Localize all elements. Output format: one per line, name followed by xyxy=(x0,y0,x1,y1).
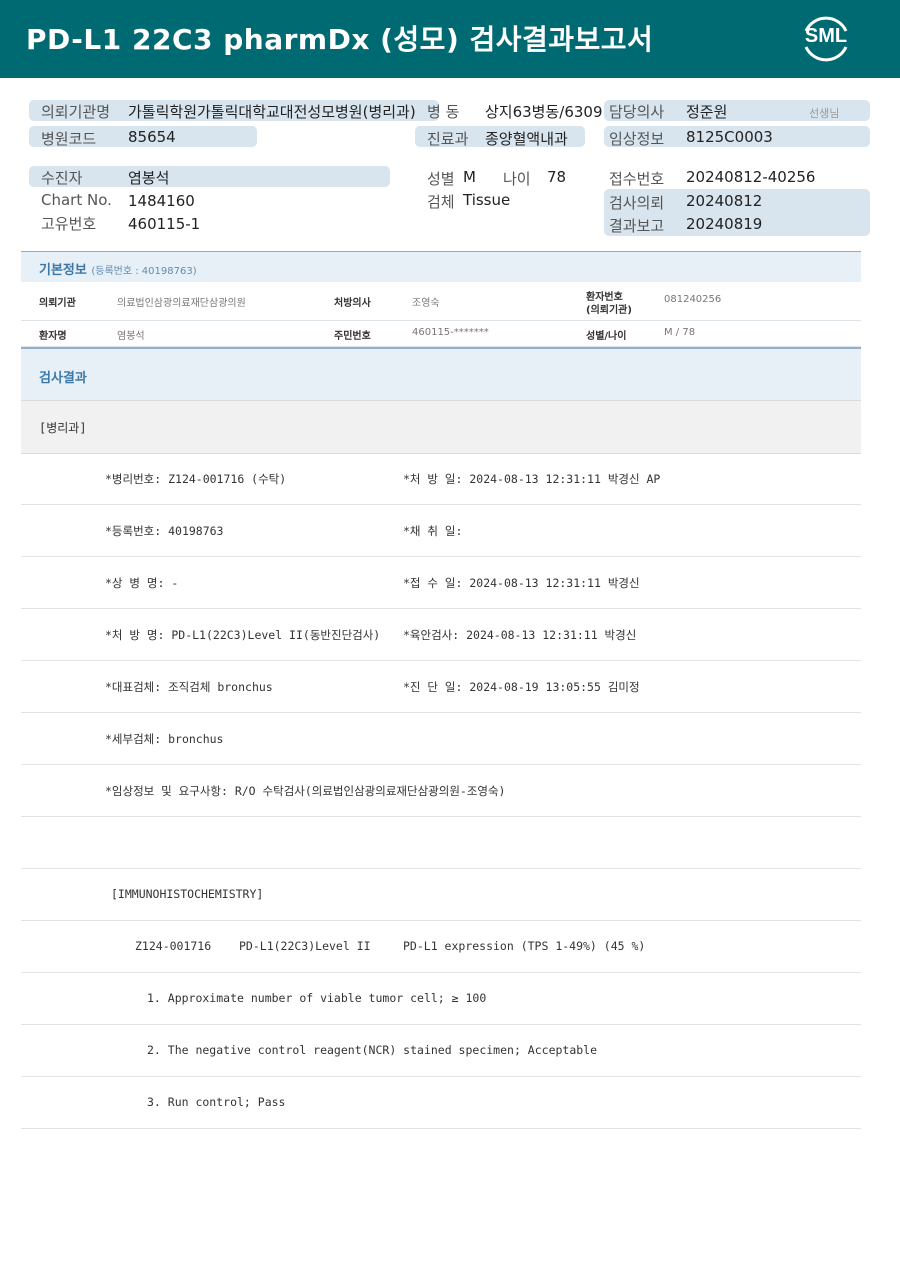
clinical-info-label: 임상정보 xyxy=(609,130,665,148)
result-row: *대표검체: 조직검체 bronchus *진 단 일: 2024-08-19 … xyxy=(21,661,861,713)
basic-info-title-text: 기본정보 xyxy=(39,263,87,278)
ward-label: 병 동 xyxy=(427,103,460,121)
result-row: [IMMUNOHISTOCHEMISTRY] xyxy=(21,869,861,921)
pathology-dept-row: [병리과] xyxy=(21,400,861,454)
chart-label: Chart No. xyxy=(41,191,112,209)
unique-value: 460115-1 xyxy=(128,215,201,233)
ihc-note-row: 1. Approximate number of viable tumor ce… xyxy=(21,973,861,1025)
doctor-suffix: 선생님 xyxy=(809,107,840,120)
dept-value: 종양혈액내과 xyxy=(485,130,568,148)
result-row: *세부검체: bronchus xyxy=(21,713,861,765)
result-row-left: *상 병 명: - xyxy=(105,576,179,590)
dept-label: 진료과 xyxy=(427,130,469,148)
result-row: *상 병 명: - *접 수 일: 2024-08-13 12:31:11 박경… xyxy=(21,557,861,609)
result-row-right: *처 방 일: 2024-08-13 12:31:11 박경신 AP xyxy=(403,472,661,486)
result-row-left: *처 방 명: PD-L1(22C3)Level II(동반진단검사) xyxy=(105,628,381,642)
sex-value: M xyxy=(463,168,476,186)
result-row-right: *진 단 일: 2024-08-19 13:05:55 김미정 xyxy=(403,680,640,694)
report-value: 20240819 xyxy=(686,215,763,233)
patient-label: 수진자 xyxy=(41,169,83,187)
result-row: *임상정보 및 요구사항: R/O 수탁검사(의료법인삼광의료재단삼광의원-조영… xyxy=(21,765,861,817)
result-row-left: *세부검체: bronchus xyxy=(105,732,224,746)
resident-no-val: 460115-******* xyxy=(412,327,489,338)
ihc-note: 1. Approximate number of viable tumor ce… xyxy=(147,991,487,1005)
ihc-note: 2. The negative control reagent(NCR) sta… xyxy=(147,1043,598,1057)
receipt-value: 20240812-40256 xyxy=(686,168,816,186)
result-row: *병리번호: Z124-001716 (수탁) *처 방 일: 2024-08-… xyxy=(21,453,861,505)
age-label: 나이 xyxy=(503,170,531,188)
doctor-value: 정준원 xyxy=(686,103,728,121)
specimen-value: Tissue xyxy=(463,191,511,209)
resident-no-key: 주민번호 xyxy=(334,331,371,342)
ihc-test-name: PD-L1(22C3)Level II xyxy=(239,939,371,953)
pathology-dept-label: [병리과] xyxy=(39,421,87,435)
ihc-note-row: 3. Run control; Pass xyxy=(21,1077,861,1129)
result-row-left: *대표검체: 조직검체 bronchus xyxy=(105,680,273,694)
ihc-case-number: Z124-001716 xyxy=(135,939,212,953)
age-value: 78 xyxy=(547,168,567,186)
clinical-info-value: 8125C0003 xyxy=(686,128,773,146)
sex-age-val: M / 78 xyxy=(664,327,696,338)
hospital-code-label: 병원코드 xyxy=(41,130,97,148)
result-row-left: *병리번호: Z124-001716 (수탁) xyxy=(105,472,287,486)
basic-info-row-2: 환자명 염봉석 주민번호 460115-******* 성별/나이 M / 78 xyxy=(21,321,861,347)
patient-value: 염봉석 xyxy=(128,169,170,187)
sex-age-key: 성별/나이 xyxy=(586,331,627,342)
hospital-code-value: 85654 xyxy=(128,128,176,146)
result-row-right: *접 수 일: 2024-08-13 12:31:11 박경신 xyxy=(403,576,640,590)
results-title: 검사결과 xyxy=(39,371,87,386)
institution-value: 가톨릭학원가톨릭대학교대전성모병원(병리과) xyxy=(128,103,416,121)
prescriber-val: 조영숙 xyxy=(412,298,440,309)
unique-label: 고유번호 xyxy=(41,215,97,233)
institution-key: 의뢰기관 xyxy=(39,298,76,309)
basic-info-header: 기본정보 (등록번호 : 40198763) xyxy=(21,251,861,282)
result-row-right: *육안검사: 2024-08-13 12:31:11 박경신 xyxy=(403,628,637,642)
report-label: 결과보고 xyxy=(609,217,665,235)
report-header: PD-L1 22C3 pharmDx (성모) 검사결과보고서 SML xyxy=(0,0,900,78)
request-value: 20240812 xyxy=(686,192,763,210)
result-row-left: *임상정보 및 요구사항: R/O 수탁검사(의료법인삼광의료재단삼광의원-조영… xyxy=(105,784,506,798)
request-label: 검사의뢰 xyxy=(609,194,665,212)
sml-logo: SML xyxy=(798,12,854,66)
institution-label: 의뢰기관명 xyxy=(41,103,111,121)
result-row: *처 방 명: PD-L1(22C3)Level II(동반진단검사) *육안검… xyxy=(21,609,861,661)
prescriber-key: 처방의사 xyxy=(334,298,371,309)
patient-name-key: 환자명 xyxy=(39,331,67,342)
result-row-empty xyxy=(21,817,861,869)
ward-value: 상지63병동/6309 xyxy=(485,103,603,121)
ihc-section-label: [IMMUNOHISTOCHEMISTRY] xyxy=(111,887,264,901)
result-row-right: *채 취 일: xyxy=(403,524,463,538)
patient-no-key-sub: (의뢰기관) xyxy=(586,305,632,316)
receipt-label: 접수번호 xyxy=(609,170,665,188)
patient-name-val: 염봉석 xyxy=(117,331,145,342)
doctor-label: 담당의사 xyxy=(609,103,665,121)
specimen-label: 검체 xyxy=(427,193,455,211)
chart-value: 1484160 xyxy=(128,192,195,210)
institution-val: 의료법인삼광의료재단삼광의원 xyxy=(117,298,246,309)
report-title: PD-L1 22C3 pharmDx (성모) 검사결과보고서 xyxy=(26,23,654,56)
basic-info-title: 기본정보 (등록번호 : 40198763) xyxy=(39,259,197,278)
patient-no-val: 081240256 xyxy=(664,294,722,305)
ihc-note: 3. Run control; Pass xyxy=(147,1095,286,1109)
result-row-left: *등록번호: 40198763 xyxy=(105,524,224,538)
ihc-result-value: PD-L1 expression (TPS 1-49%) (45 %) xyxy=(403,939,646,953)
sex-label: 성별 xyxy=(427,170,455,188)
result-row: *등록번호: 40198763 *채 취 일: xyxy=(21,505,861,557)
basic-info-row-1: 의뢰기관 의료법인삼광의료재단삼광의원 처방의사 조영숙 환자번호 (의뢰기관)… xyxy=(21,282,861,321)
results-header: 검사결과 xyxy=(21,347,861,401)
ihc-note-row: 2. The negative control reagent(NCR) sta… xyxy=(21,1025,861,1077)
ihc-result-row: Z124-001716 PD-L1(22C3)Level II PD-L1 ex… xyxy=(21,921,861,973)
basic-info-subtitle: (등록번호 : 40198763) xyxy=(91,266,197,277)
patient-pill xyxy=(29,166,390,187)
logo-text: SML xyxy=(804,25,848,47)
